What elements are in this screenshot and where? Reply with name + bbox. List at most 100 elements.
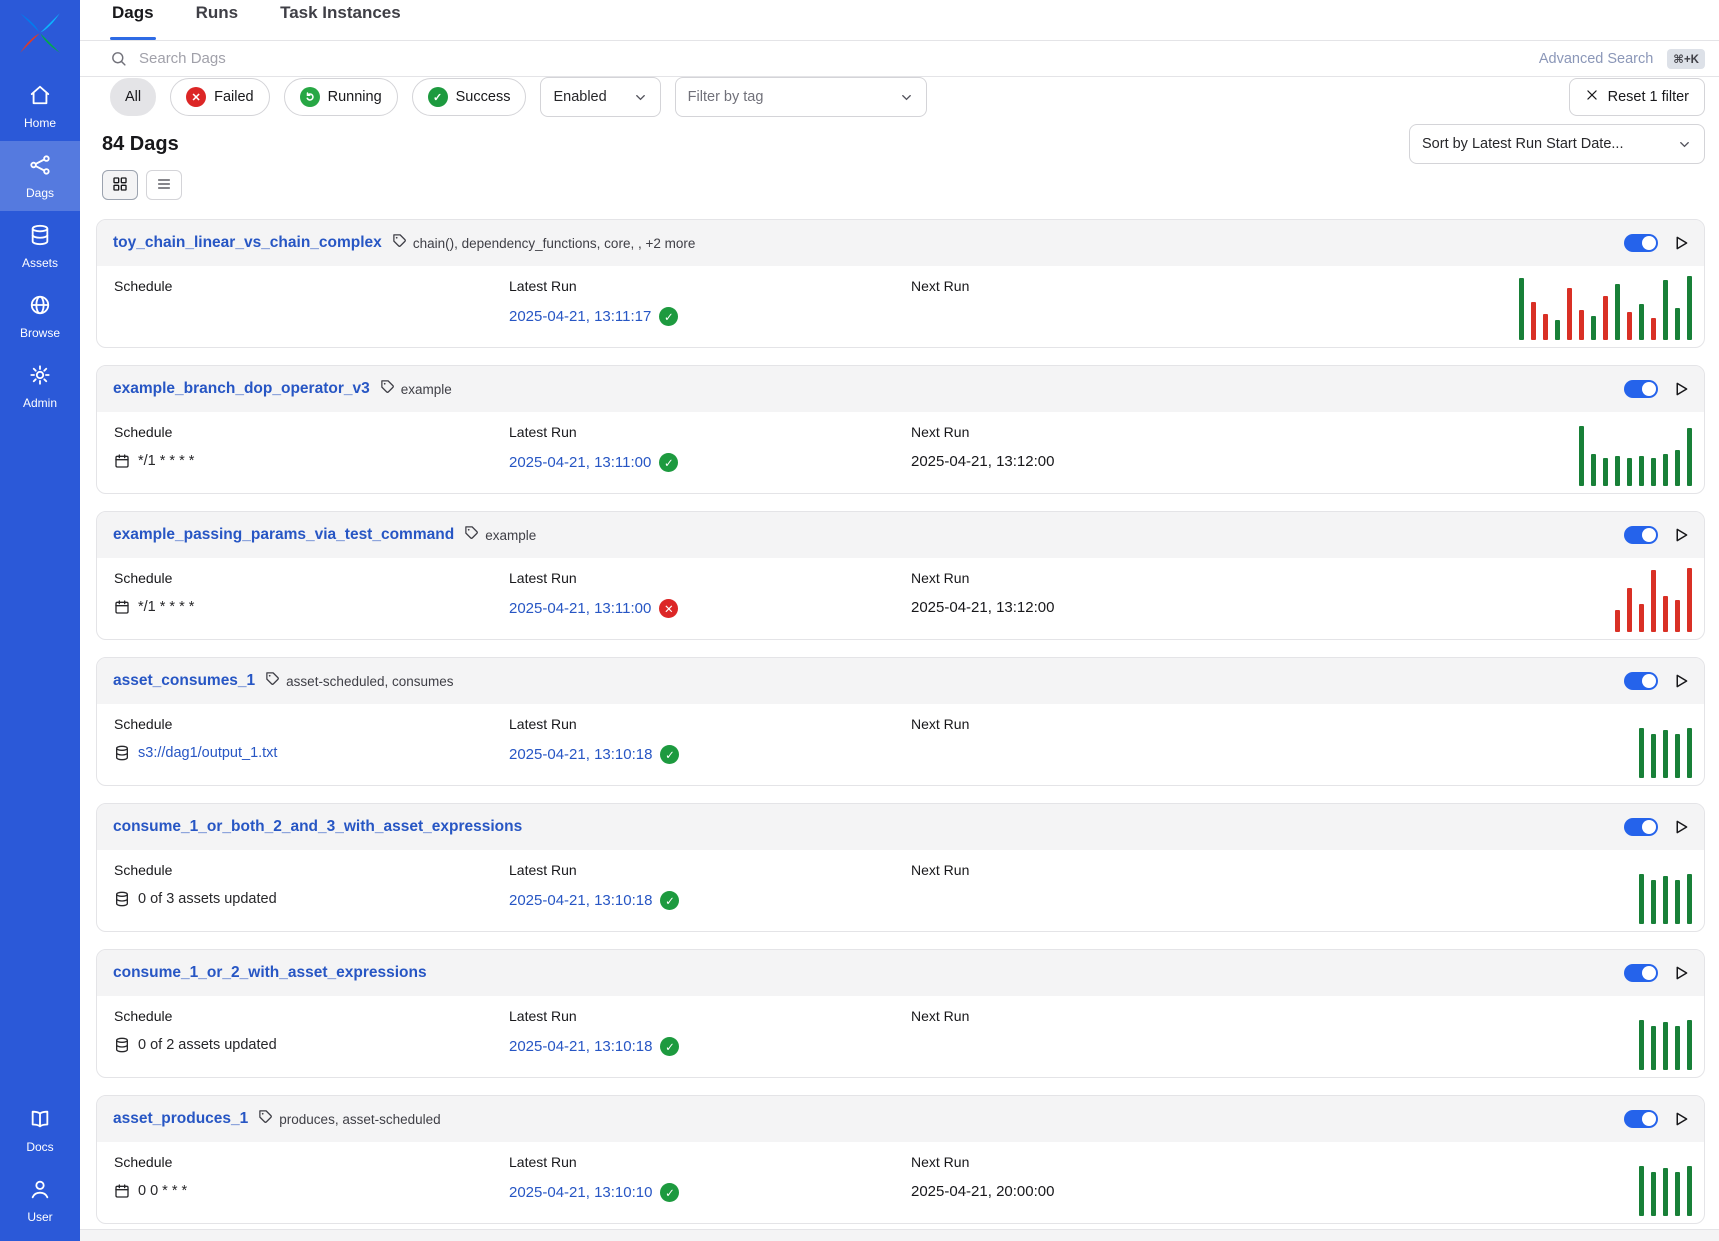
run-bar[interactable] bbox=[1675, 1026, 1680, 1070]
dag-enabled-toggle[interactable] bbox=[1624, 234, 1658, 252]
run-bar[interactable] bbox=[1615, 610, 1620, 632]
schedule-text[interactable]: */1 * * * * bbox=[138, 453, 194, 469]
run-bar[interactable] bbox=[1675, 308, 1680, 340]
run-bar[interactable] bbox=[1591, 454, 1596, 486]
run-bar[interactable] bbox=[1663, 730, 1668, 778]
trigger-dag-button[interactable] bbox=[1672, 526, 1690, 544]
run-bar[interactable] bbox=[1651, 570, 1656, 632]
run-bar[interactable] bbox=[1687, 568, 1692, 632]
tab-task-instances[interactable]: Task Instances bbox=[278, 3, 403, 40]
run-bar[interactable] bbox=[1651, 458, 1656, 486]
dag-name-link[interactable]: asset_produces_1 bbox=[113, 1110, 248, 1128]
run-bar[interactable] bbox=[1675, 1172, 1680, 1216]
run-bar[interactable] bbox=[1603, 296, 1608, 340]
run-bar[interactable] bbox=[1579, 426, 1584, 486]
filter-success-button[interactable]: ✓ Success bbox=[412, 78, 527, 116]
search-input[interactable] bbox=[137, 49, 1529, 68]
run-bar[interactable] bbox=[1603, 458, 1608, 486]
card-view-button[interactable] bbox=[102, 170, 138, 200]
dag-name-link[interactable]: toy_chain_linear_vs_chain_complex bbox=[113, 234, 382, 252]
tag-filter-select[interactable]: Filter by tag bbox=[675, 77, 927, 117]
latest-run-link[interactable]: 2025-04-21, 13:11:00 bbox=[509, 600, 651, 617]
sidebar-item-browse[interactable]: Browse bbox=[0, 281, 80, 351]
run-bar[interactable] bbox=[1663, 1022, 1668, 1070]
tab-dags[interactable]: Dags bbox=[110, 3, 156, 40]
trigger-dag-button[interactable] bbox=[1672, 234, 1690, 252]
trigger-dag-button[interactable] bbox=[1672, 818, 1690, 836]
sidebar-item-assets[interactable]: Assets bbox=[0, 211, 80, 281]
run-bar[interactable] bbox=[1627, 458, 1632, 486]
table-view-button[interactable] bbox=[146, 170, 182, 200]
run-bar[interactable] bbox=[1639, 456, 1644, 486]
filter-failed-button[interactable]: ✕ Failed bbox=[170, 78, 270, 116]
run-bar[interactable] bbox=[1651, 880, 1656, 924]
run-bar[interactable] bbox=[1663, 1168, 1668, 1216]
dag-name-link[interactable]: consume_1_or_both_2_and_3_with_asset_exp… bbox=[113, 818, 522, 836]
run-bar[interactable] bbox=[1687, 728, 1692, 778]
run-bar[interactable] bbox=[1639, 874, 1644, 924]
filter-all-button[interactable]: All bbox=[110, 78, 156, 116]
schedule-text[interactable]: 0 of 2 assets updated bbox=[138, 1037, 277, 1053]
sidebar-item-home[interactable]: Home bbox=[0, 71, 80, 141]
run-bar[interactable] bbox=[1639, 728, 1644, 778]
reset-filter-button[interactable]: Reset 1 filter bbox=[1569, 78, 1705, 116]
enabled-select[interactable]: Enabled bbox=[540, 77, 660, 117]
run-bar[interactable] bbox=[1639, 1020, 1644, 1070]
dag-name-link[interactable]: example_branch_dop_operator_v3 bbox=[113, 380, 370, 398]
run-bar[interactable] bbox=[1531, 302, 1536, 340]
schedule-text[interactable]: s3://dag1/output_1.txt bbox=[138, 745, 277, 761]
run-bar[interactable] bbox=[1687, 1020, 1692, 1070]
dag-name-link[interactable]: consume_1_or_2_with_asset_expressions bbox=[113, 964, 427, 982]
filter-running-button[interactable]: Running bbox=[284, 78, 398, 116]
run-bar[interactable] bbox=[1555, 320, 1560, 340]
run-bar[interactable] bbox=[1615, 456, 1620, 486]
run-bar[interactable] bbox=[1567, 288, 1572, 340]
run-bar[interactable] bbox=[1651, 1172, 1656, 1216]
trigger-dag-button[interactable] bbox=[1672, 964, 1690, 982]
dag-enabled-toggle[interactable] bbox=[1624, 380, 1658, 398]
run-bar[interactable] bbox=[1639, 1166, 1644, 1216]
run-bar[interactable] bbox=[1687, 874, 1692, 924]
trigger-dag-button[interactable] bbox=[1672, 380, 1690, 398]
run-bar[interactable] bbox=[1675, 450, 1680, 486]
sidebar-item-admin[interactable]: Admin bbox=[0, 351, 80, 421]
run-bar[interactable] bbox=[1651, 318, 1656, 340]
run-bar[interactable] bbox=[1663, 280, 1668, 340]
airflow-logo-icon[interactable] bbox=[18, 11, 62, 55]
latest-run-link[interactable]: 2025-04-21, 13:11:00 bbox=[509, 454, 651, 471]
horizontal-scrollbar[interactable] bbox=[80, 1229, 1719, 1241]
tab-runs[interactable]: Runs bbox=[194, 3, 241, 40]
schedule-text[interactable]: 0 of 3 assets updated bbox=[138, 891, 277, 907]
sort-select[interactable]: Sort by Latest Run Start Date... bbox=[1409, 124, 1705, 164]
run-bar[interactable] bbox=[1639, 304, 1644, 340]
dag-name-link[interactable]: asset_consumes_1 bbox=[113, 672, 255, 690]
dag-enabled-toggle[interactable] bbox=[1624, 1110, 1658, 1128]
schedule-text[interactable]: 0 0 * * * bbox=[138, 1183, 187, 1199]
advanced-search-link[interactable]: Advanced Search bbox=[1539, 51, 1653, 67]
run-bar[interactable] bbox=[1675, 880, 1680, 924]
run-bar[interactable] bbox=[1651, 734, 1656, 778]
dag-enabled-toggle[interactable] bbox=[1624, 526, 1658, 544]
latest-run-link[interactable]: 2025-04-21, 13:10:18 bbox=[509, 746, 652, 763]
run-bar[interactable] bbox=[1519, 278, 1524, 340]
run-bar[interactable] bbox=[1615, 284, 1620, 340]
trigger-dag-button[interactable] bbox=[1672, 672, 1690, 690]
run-bar[interactable] bbox=[1687, 428, 1692, 486]
dag-enabled-toggle[interactable] bbox=[1624, 672, 1658, 690]
run-bar[interactable] bbox=[1627, 312, 1632, 340]
latest-run-link[interactable]: 2025-04-21, 13:10:10 bbox=[509, 1184, 652, 1201]
run-bar[interactable] bbox=[1663, 596, 1668, 632]
trigger-dag-button[interactable] bbox=[1672, 1110, 1690, 1128]
run-bar[interactable] bbox=[1663, 454, 1668, 486]
dag-enabled-toggle[interactable] bbox=[1624, 964, 1658, 982]
run-bar[interactable] bbox=[1675, 734, 1680, 778]
latest-run-link[interactable]: 2025-04-21, 13:10:18 bbox=[509, 1038, 652, 1055]
run-bar[interactable] bbox=[1579, 310, 1584, 340]
latest-run-link[interactable]: 2025-04-21, 13:10:18 bbox=[509, 892, 652, 909]
run-bar[interactable] bbox=[1675, 600, 1680, 632]
latest-run-link[interactable]: 2025-04-21, 13:11:17 bbox=[509, 308, 651, 325]
run-bar[interactable] bbox=[1627, 588, 1632, 632]
run-bar[interactable] bbox=[1639, 604, 1644, 632]
sidebar-item-user[interactable]: User bbox=[0, 1165, 80, 1235]
run-bar[interactable] bbox=[1651, 1026, 1656, 1070]
